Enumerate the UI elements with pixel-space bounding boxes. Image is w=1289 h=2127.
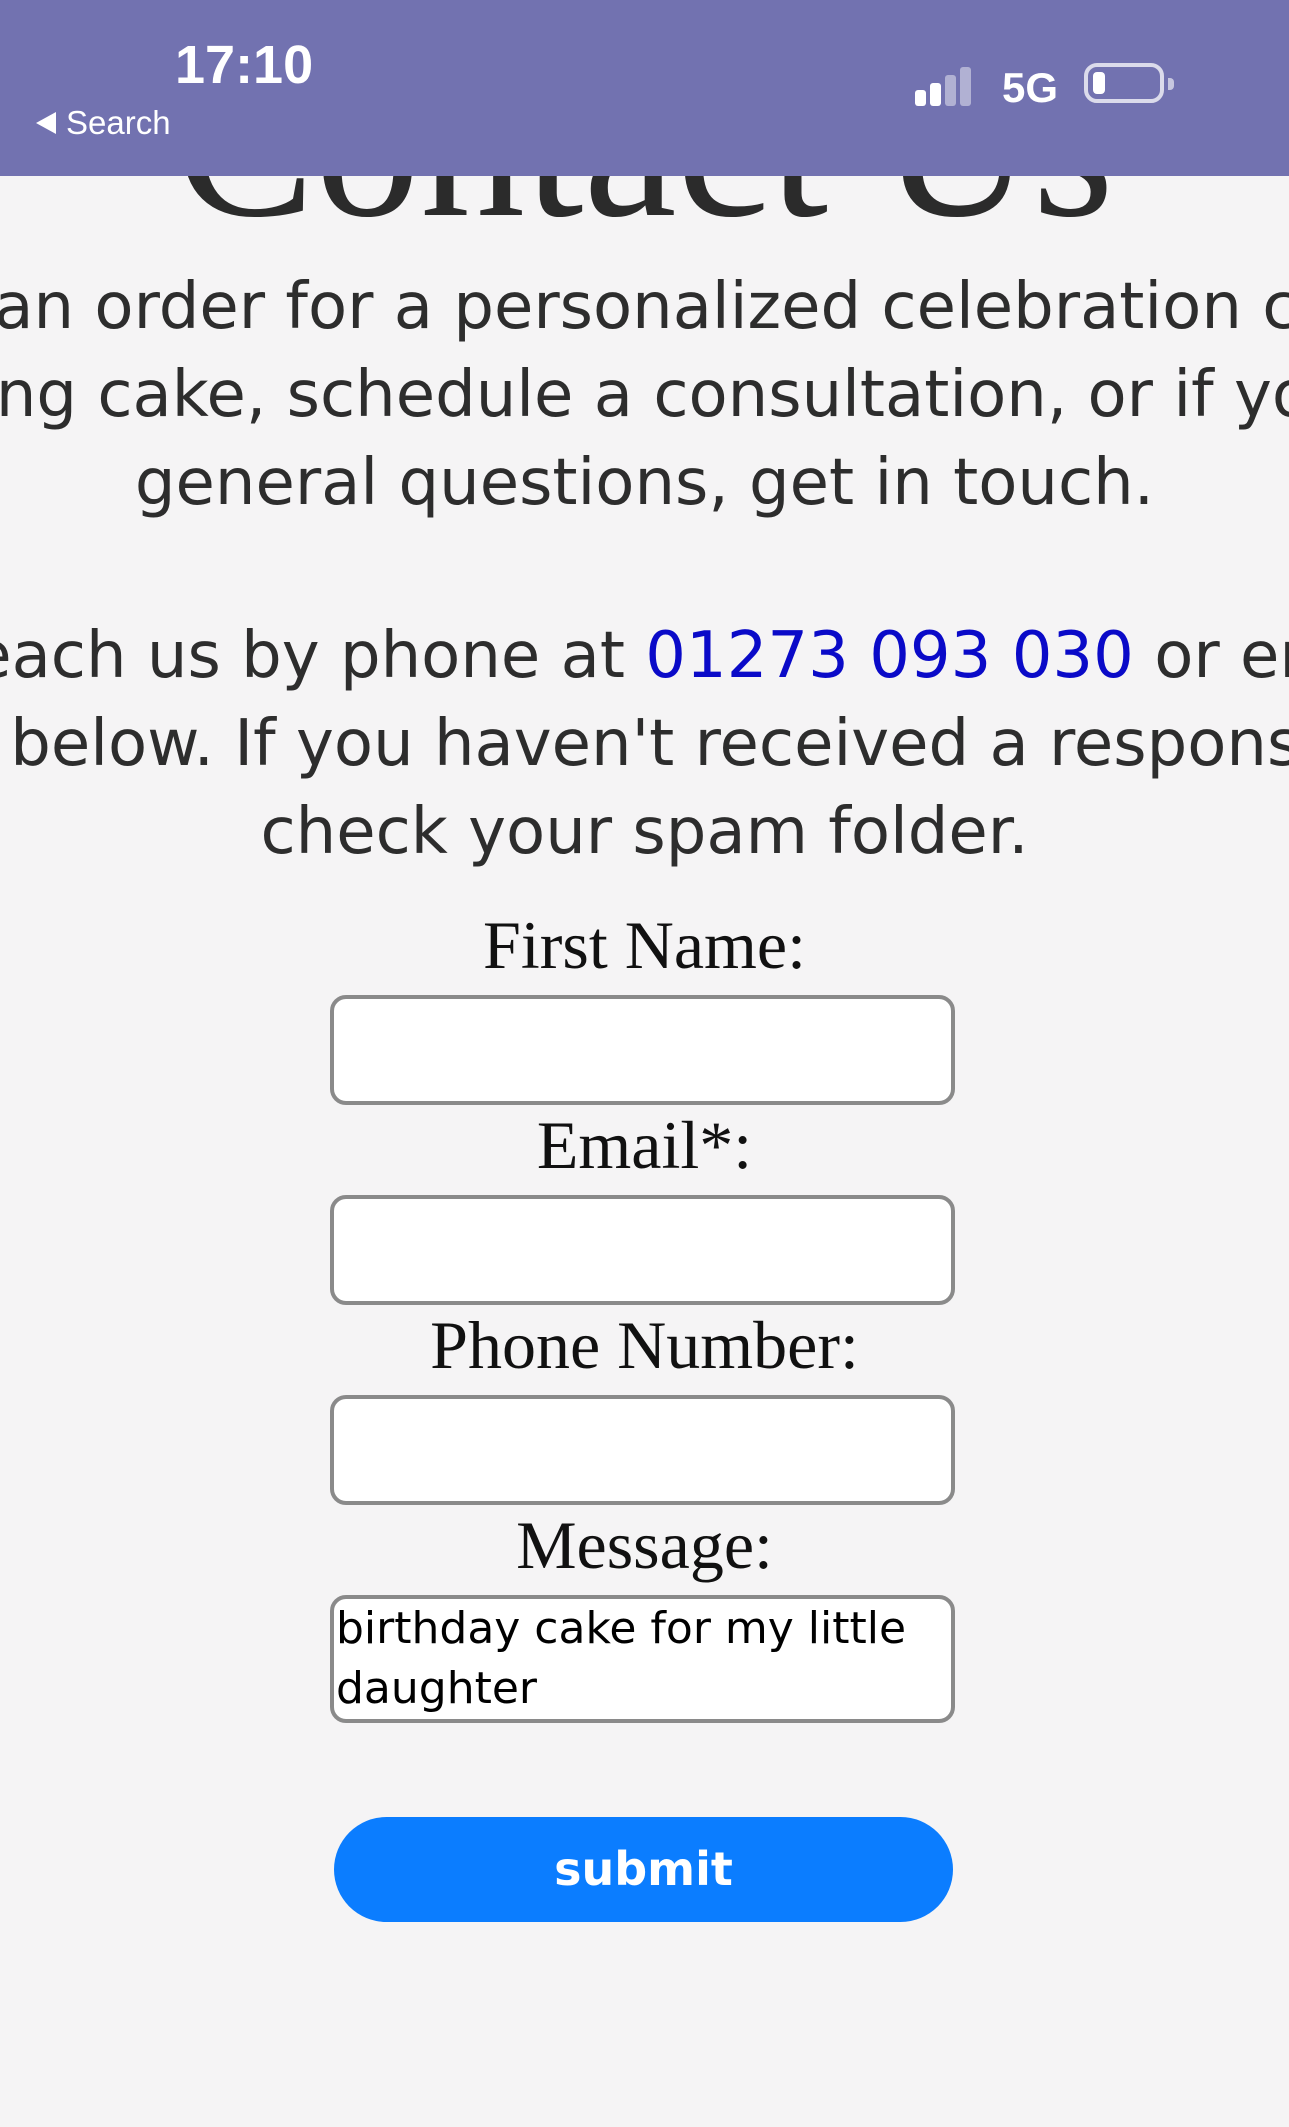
message-textarea[interactable]: birthday cake for my little daughter — [330, 1595, 955, 1723]
reach-line: n below. If you haven't received a respo… — [0, 707, 1289, 781]
first-name-label: First Name: — [483, 907, 806, 983]
status-bar: 17:10 Search 5G — [0, 0, 1289, 176]
message-text-line: daughter — [336, 1663, 538, 1714]
network-type: 5G — [1002, 64, 1059, 111]
phone-number-link[interactable]: 01273 093 030 — [645, 619, 1134, 693]
signal-bar — [915, 90, 926, 106]
email-input[interactable] — [330, 1195, 955, 1305]
back-to-search-button[interactable]: Search — [36, 104, 171, 142]
message-text-line: birthday cake for my little — [336, 1603, 907, 1654]
signal-bar — [945, 75, 956, 106]
back-arrow-icon — [36, 112, 56, 134]
battery-tip — [1168, 78, 1174, 90]
first-name-input[interactable] — [330, 995, 955, 1105]
back-label: Search — [66, 104, 171, 141]
email-label: Email*: — [536, 1107, 753, 1183]
reach-line: check your spam folder. — [260, 795, 1029, 869]
battery-level — [1093, 72, 1105, 94]
phone-number-label: Phone Number: — [430, 1307, 859, 1383]
message-label: Message: — [516, 1507, 773, 1583]
cellular-signal-icon — [915, 66, 979, 106]
submit-button[interactable]: submit — [334, 1817, 953, 1922]
phone-number-input[interactable] — [330, 1395, 955, 1505]
intro-text: e an order for a personalized celebratio… — [0, 263, 1289, 527]
reach-line: reach us by phone at 01273 093 030 or em — [0, 612, 1289, 700]
status-time: 17:10 — [175, 35, 314, 95]
signal-bar — [930, 83, 941, 106]
reach-text-before: reach us by phone at — [0, 619, 646, 693]
contact-page: Contact Us 17:10 Search 5G e an order fo… — [0, 0, 1289, 2127]
intro-line: general questions, get in touch. — [134, 446, 1155, 520]
reach-text-after: or em — [1154, 619, 1289, 693]
signal-bar — [960, 67, 971, 106]
reach-us-text: reach us by phone at 01273 093 030 or em… — [0, 612, 1289, 876]
intro-line: e an order for a personalized celebratio… — [0, 270, 1289, 344]
battery-icon — [1084, 63, 1164, 103]
intro-line: ding cake, schedule a consultation, or i… — [0, 358, 1289, 432]
